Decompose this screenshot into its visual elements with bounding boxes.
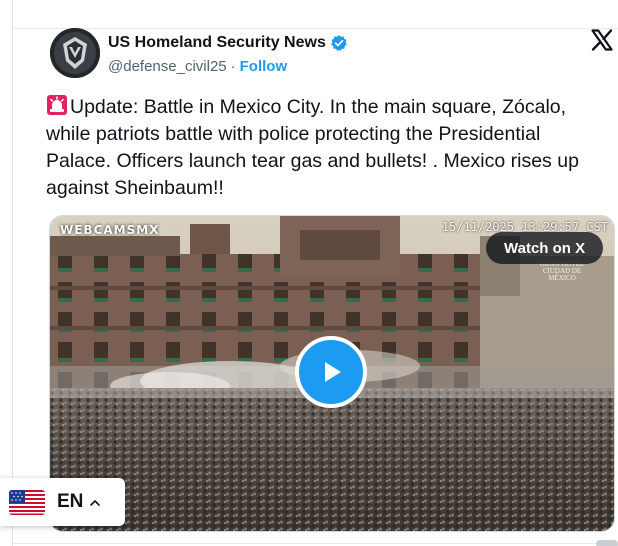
follow-button[interactable]: Follow (240, 58, 288, 75)
play-icon (325, 362, 341, 382)
x-logo-icon[interactable] (590, 28, 614, 52)
tweet-text-block: Update: Battle in Mexico City. In the ma… (46, 94, 606, 202)
left-border (12, 0, 13, 546)
tweet-card[interactable]: US Homeland Security News @defense_civil… (30, 28, 618, 546)
watch-on-x-button[interactable]: Watch on X (486, 232, 604, 264)
play-button[interactable] (295, 336, 367, 408)
scroll-indicator (596, 540, 618, 546)
us-flag-icon (9, 489, 45, 515)
verified-badge-icon (330, 34, 348, 52)
video-thumbnail[interactable]: WEBCAMSMX 15/11/2025 13:29:57 CST GRAN H… (49, 215, 615, 532)
language-code: EN (57, 491, 84, 512)
author-handle[interactable]: @defense_civil25 (108, 58, 227, 75)
bottom-border (12, 543, 618, 544)
author-name-row: US Homeland Security News (108, 32, 578, 54)
language-switcher[interactable]: EN (0, 478, 125, 526)
shield-emblem-icon (50, 28, 100, 78)
chevron-up-icon (89, 496, 101, 508)
tweet-text: Update: Battle in Mexico City. In the ma… (46, 96, 585, 199)
police-siren-icon (46, 94, 68, 116)
avatar[interactable] (50, 28, 100, 78)
author-name[interactable]: US Homeland Security News (108, 34, 326, 52)
author-block: US Homeland Security News @defense_civil… (108, 32, 578, 76)
webcam-watermark: WEBCAMSMX (60, 223, 160, 237)
handle-row: @defense_civil25 · Follow (108, 56, 578, 76)
hotel-watermark: GRAN HOTEL CIUDAD DE MÉXICO (539, 260, 585, 282)
separator-dot: · (230, 57, 236, 75)
